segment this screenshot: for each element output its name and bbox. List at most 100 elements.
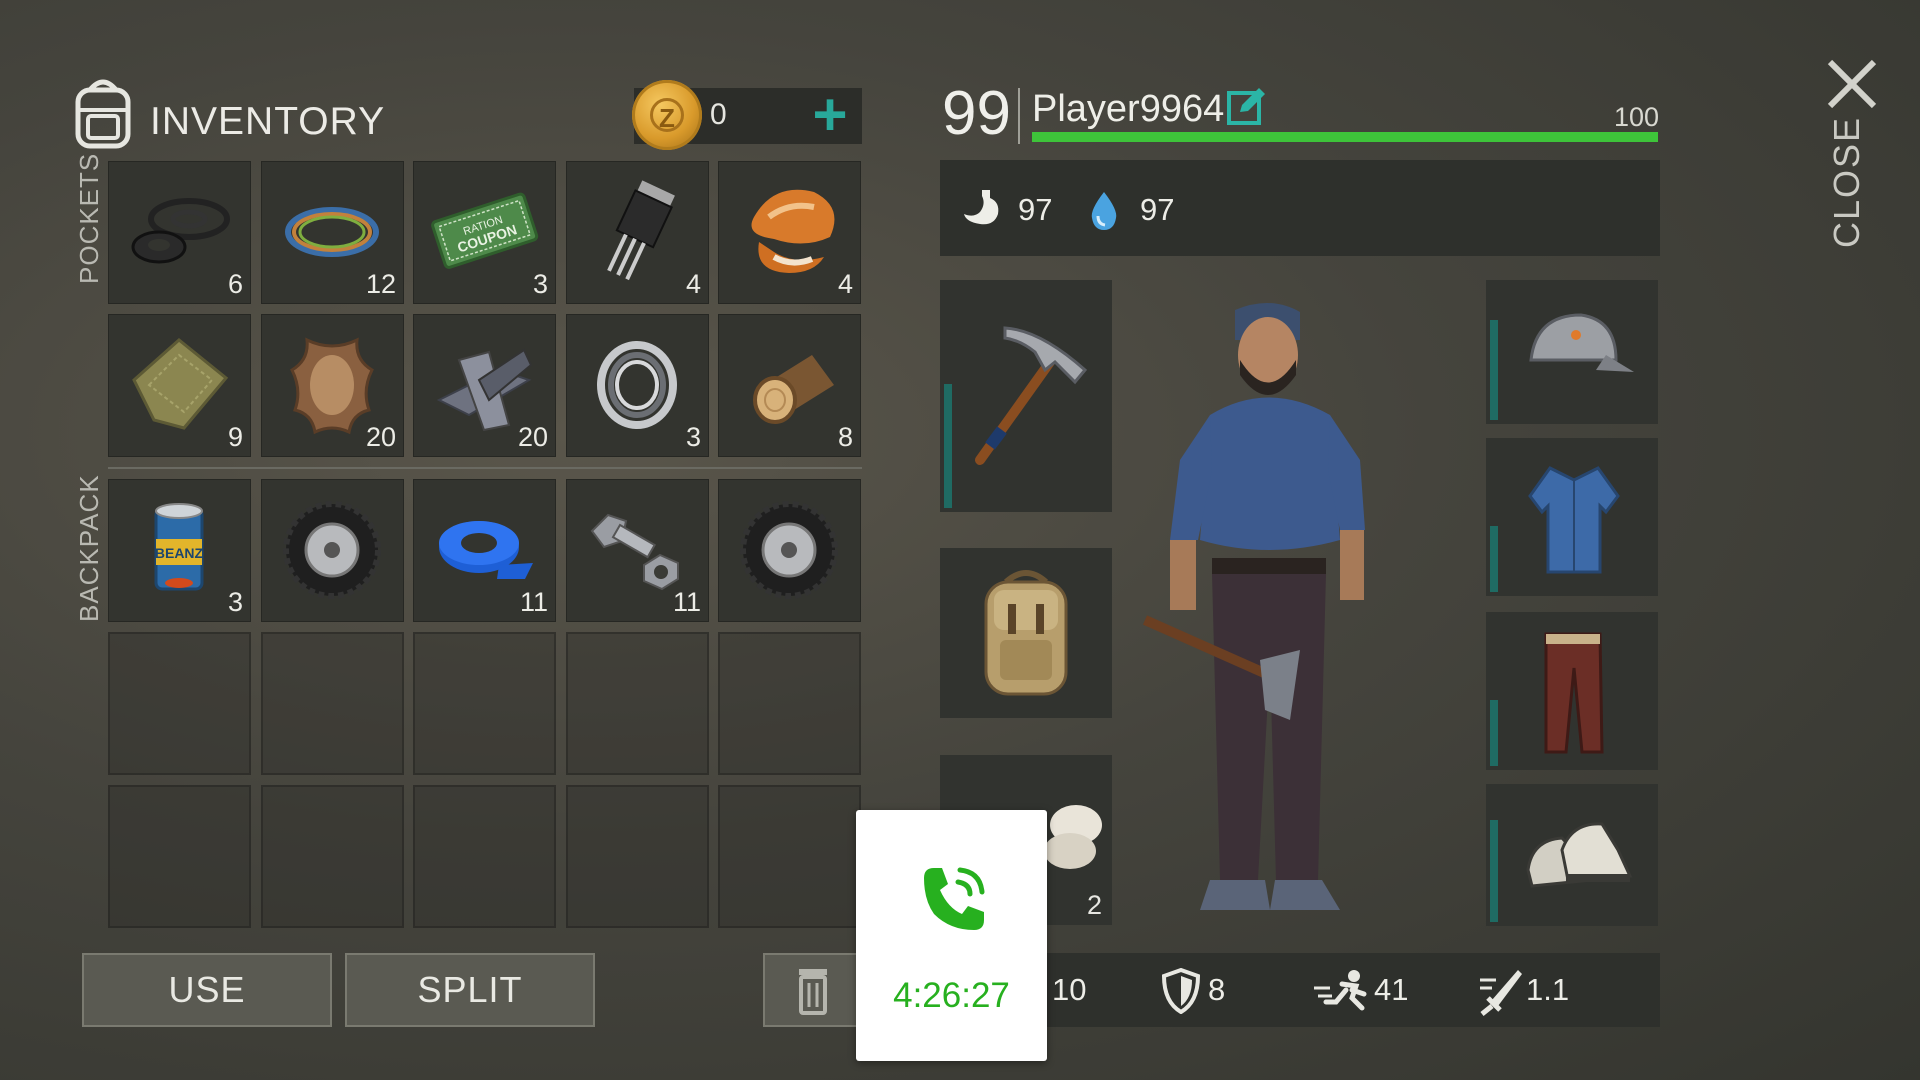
log-icon: [753, 355, 834, 424]
item-quantity: 3: [227, 587, 243, 617]
pocket-slot-5[interactable]: 4: [718, 161, 861, 304]
ration-coupon-icon: RATION COUPON: [431, 192, 539, 269]
item-quantity: 20: [365, 422, 396, 452]
item-quantity: 11: [519, 587, 548, 617]
backpack-label: BACKPACK: [74, 474, 104, 622]
item-quantity: 12: [365, 269, 396, 299]
backpack-slot-3[interactable]: 11: [413, 479, 556, 622]
durability-bar: [1490, 320, 1498, 420]
item-quantity: 4: [685, 269, 701, 299]
empty-slot[interactable]: [413, 632, 556, 775]
use-button[interactable]: USE: [82, 953, 332, 1027]
empty-slot[interactable]: [718, 785, 861, 928]
backpack-slot-1[interactable]: BEANZ 3: [108, 479, 251, 622]
xp-bar-fill: [1032, 132, 1658, 142]
weapon-speed-icon: [1480, 970, 1522, 1016]
transistor-icon: [607, 180, 675, 281]
pocket-slot-7[interactable]: 20: [261, 314, 404, 457]
tire-icon: [740, 501, 838, 599]
cloth-icon: [132, 338, 229, 430]
phone-call-icon: [924, 867, 985, 930]
food-value: 97: [1018, 192, 1053, 227]
pocket-slot-8[interactable]: 20: [413, 314, 556, 457]
player-level: 99: [942, 79, 1011, 148]
empty-slot[interactable]: [566, 785, 709, 928]
tire-icon: [283, 501, 381, 599]
backpack-icon: [75, 79, 131, 149]
legs-slot[interactable]: [1486, 612, 1658, 770]
pocket-slot-6[interactable]: 9: [108, 314, 251, 457]
item-quantity: 6: [227, 269, 243, 299]
sneakers-icon: [1526, 822, 1633, 888]
add-coins-button[interactable]: +: [800, 85, 860, 146]
pocket-slot-4[interactable]: 4: [566, 161, 709, 304]
fox-fur-icon: [751, 189, 835, 273]
feet-slot[interactable]: [1486, 784, 1658, 926]
item-quantity: 9: [227, 422, 243, 452]
backpack-slot-2[interactable]: [261, 479, 404, 622]
call-duration: 4:26:27: [893, 976, 1010, 1015]
xp-max: 100: [1614, 102, 1660, 132]
pocket-slot-9[interactable]: 3: [566, 314, 709, 457]
item-quantity: 8: [837, 422, 853, 452]
empty-slot[interactable]: [566, 632, 709, 775]
backpack-slot-5[interactable]: [718, 479, 861, 622]
running-icon: [1314, 970, 1367, 1011]
can-label: BEANZ: [155, 545, 204, 561]
backpack-equip-slot[interactable]: [940, 548, 1112, 718]
character-model: [1142, 302, 1365, 910]
empty-slot[interactable]: [261, 632, 404, 775]
armor-shield-icon: [1162, 968, 1200, 1014]
weapon-slot[interactable]: [940, 280, 1112, 512]
beans-can-icon: BEANZ: [154, 503, 204, 591]
stomach-icon: [964, 190, 999, 225]
close-button[interactable]: CLOSE: [1826, 116, 1868, 248]
water-drop-icon: [1091, 192, 1117, 230]
pocket-slot-1[interactable]: 6: [108, 161, 251, 304]
backpack-slot-4[interactable]: 11: [566, 479, 709, 622]
item-quantity: 4: [837, 269, 853, 299]
empty-slot[interactable]: [108, 632, 251, 775]
shirt-icon: [1528, 466, 1620, 574]
rubber-seals-icon: [131, 198, 230, 264]
trash-icon: [799, 969, 827, 1015]
bearing-icon: [597, 341, 677, 429]
split-button[interactable]: SPLIT: [345, 953, 595, 1027]
inventory-title: INVENTORY: [150, 100, 386, 143]
torso-slot[interactable]: [1486, 438, 1658, 596]
empty-slot[interactable]: [108, 785, 251, 928]
head-slot[interactable]: [1486, 280, 1658, 424]
trash-button[interactable]: [763, 953, 859, 1027]
pockets-label: POCKETS: [74, 152, 104, 284]
pocket-slot-10[interactable]: 8: [718, 314, 861, 457]
cap-icon: [1529, 313, 1634, 372]
section-divider: [108, 467, 862, 469]
water-value: 97: [1140, 192, 1175, 227]
item-quantity: 20: [517, 422, 548, 452]
durability-bar: [944, 384, 952, 508]
item-quantity: 3: [532, 269, 548, 299]
coin-icon-glyph: Z: [650, 98, 684, 133]
durability-bar: [1490, 700, 1498, 766]
armor-value: 8: [1208, 972, 1226, 1007]
empty-slot[interactable]: [261, 785, 404, 928]
durability-bar: [1490, 820, 1498, 922]
attack-value: 10: [1052, 972, 1087, 1007]
level-separator: [1018, 88, 1020, 144]
coin-count: 0: [710, 98, 727, 131]
pants-icon: [1544, 632, 1604, 754]
item-quantity: 3: [685, 422, 701, 452]
edit-name-icon[interactable]: [1226, 86, 1266, 126]
item-quantity: 2: [1086, 890, 1102, 920]
speed-value: 41: [1374, 972, 1409, 1007]
player-name: Player9964: [1032, 88, 1225, 130]
pocket-slot-3[interactable]: RATION COUPON 3: [413, 161, 556, 304]
close-icon[interactable]: [1822, 54, 1882, 114]
pocket-slot-2[interactable]: 12: [261, 161, 404, 304]
durability-bar: [1490, 526, 1498, 592]
empty-slot[interactable]: [413, 785, 556, 928]
empty-slot[interactable]: [718, 632, 861, 775]
backpack-item-icon: [984, 570, 1068, 696]
weapon-value: 1.1: [1526, 972, 1570, 1007]
item-quantity: 11: [672, 587, 701, 617]
